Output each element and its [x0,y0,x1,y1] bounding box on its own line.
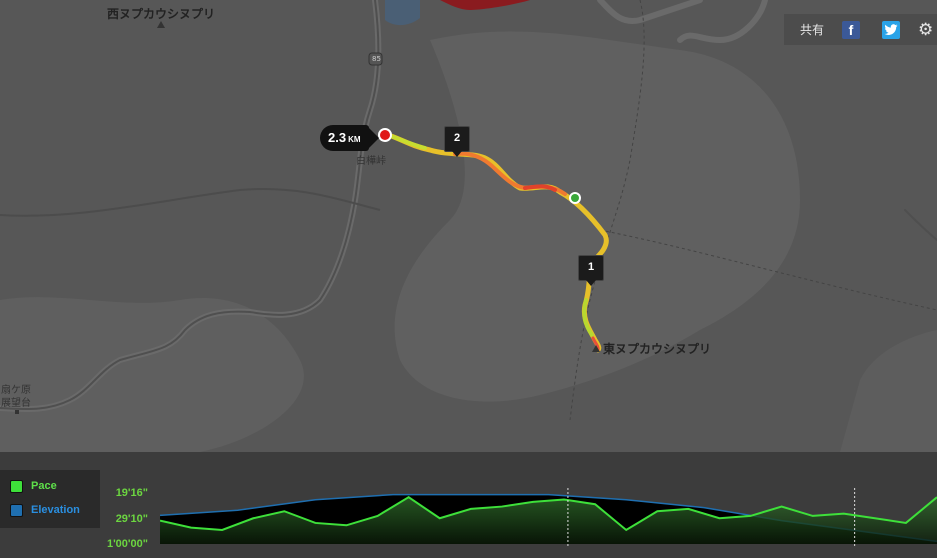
map-view[interactable] [0,0,937,452]
pace-elevation-chart[interactable] [160,488,937,546]
east-peak-label: 東ヌプカウシヌプリ [603,342,712,356]
lookout-icon [15,410,19,414]
pace-area [160,497,937,544]
gear-icon[interactable]: ⚙ [918,20,933,40]
legend: Pace Elevation [0,470,100,528]
split-marker-2[interactable]: 2 [444,126,470,157]
y-tick-label: 29'10" [115,513,148,525]
chart-panel: Pace Elevation 19'16" 29'10" 1'00'00" [0,452,937,558]
split-marker-1[interactable]: 1 [578,255,604,286]
share-label: 共有 [800,23,825,37]
share-bar: 共有 f ⚙ [784,14,937,45]
y-tick-label: 1'00'00" [106,538,148,550]
distance-badge: 2.3 KM [320,125,378,151]
distance-unit: KM [348,135,361,144]
west-peak-label: 西ヌプカウシヌプリ [107,7,216,21]
legend-item-pace[interactable]: Pace [10,476,57,496]
pass-label: 白樺峠 [356,156,386,167]
lookout-label-2: 展望台 [1,398,31,409]
route-number-label: 85 [372,55,381,63]
legend-item-elevation[interactable]: Elevation [10,500,80,520]
twitter-icon[interactable] [882,20,901,39]
facebook-icon[interactable]: f [842,20,861,39]
pace-label: Pace [31,480,57,492]
distance-value: 2.3 [328,130,347,145]
pace-swatch [10,479,23,493]
y-tick-label: 19'16" [115,487,148,499]
elevation-label: Elevation [31,504,80,516]
elevation-swatch [10,503,23,517]
